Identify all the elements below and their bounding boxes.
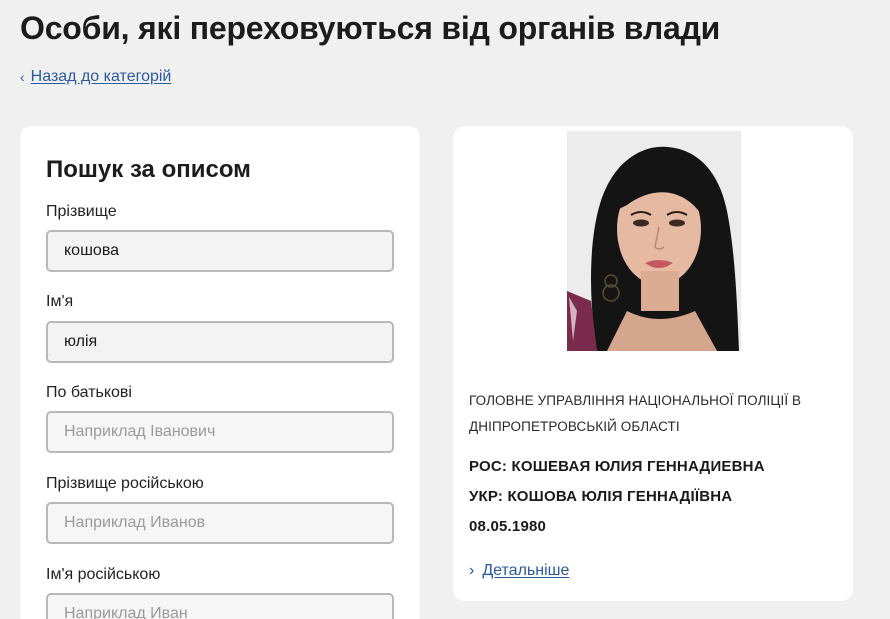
agency-name: Головне управління національної поліції …: [469, 393, 802, 434]
page: Особи, які переховуються від органів вла…: [0, 0, 890, 619]
first-name-input[interactable]: [46, 321, 394, 363]
result-card: Головне управління національної поліції …: [453, 126, 853, 601]
surname-input[interactable]: [46, 230, 394, 272]
name-russian: РОС: КОШЕВАЯ ЮЛИЯ ГЕННАДИЕВНА: [469, 458, 765, 475]
name-ukrainian: УКР: КОШОВА ЮЛІЯ ГЕННАДІЇВНА: [469, 488, 733, 505]
search-heading: Пошук за описом: [46, 156, 251, 183]
first-name-russian-input[interactable]: [46, 593, 394, 619]
person-photo-illustration: [567, 131, 741, 351]
first-name-russian-label: Ім'я російською: [46, 566, 161, 583]
patronymic-input[interactable]: [46, 411, 394, 453]
surname-russian-input[interactable]: [46, 502, 394, 544]
back-link-label: Назад до категорій: [30, 68, 172, 85]
patronymic-label: По батькові: [46, 384, 132, 401]
first-name-label: Ім'я: [46, 293, 74, 310]
surname-russian-label: Прізвище російською: [46, 475, 204, 492]
back-to-categories-link[interactable]: ‹ Назад до категорій: [20, 68, 171, 86]
surname-label: Прізвище: [46, 203, 117, 220]
page-title: Особи, які переховуються від органів вла…: [20, 10, 721, 46]
search-form-card: Пошук за описом Прізвище Ім'я По батьков…: [20, 126, 420, 619]
chevron-left-icon: ‹: [20, 69, 25, 85]
chevron-right-icon: ›: [469, 562, 475, 579]
details-link-label: Детальніше: [482, 562, 570, 579]
details-link[interactable]: › Детальніше: [469, 562, 569, 580]
date-of-birth: 08.05.1980: [469, 518, 547, 535]
person-photo: [567, 131, 741, 351]
